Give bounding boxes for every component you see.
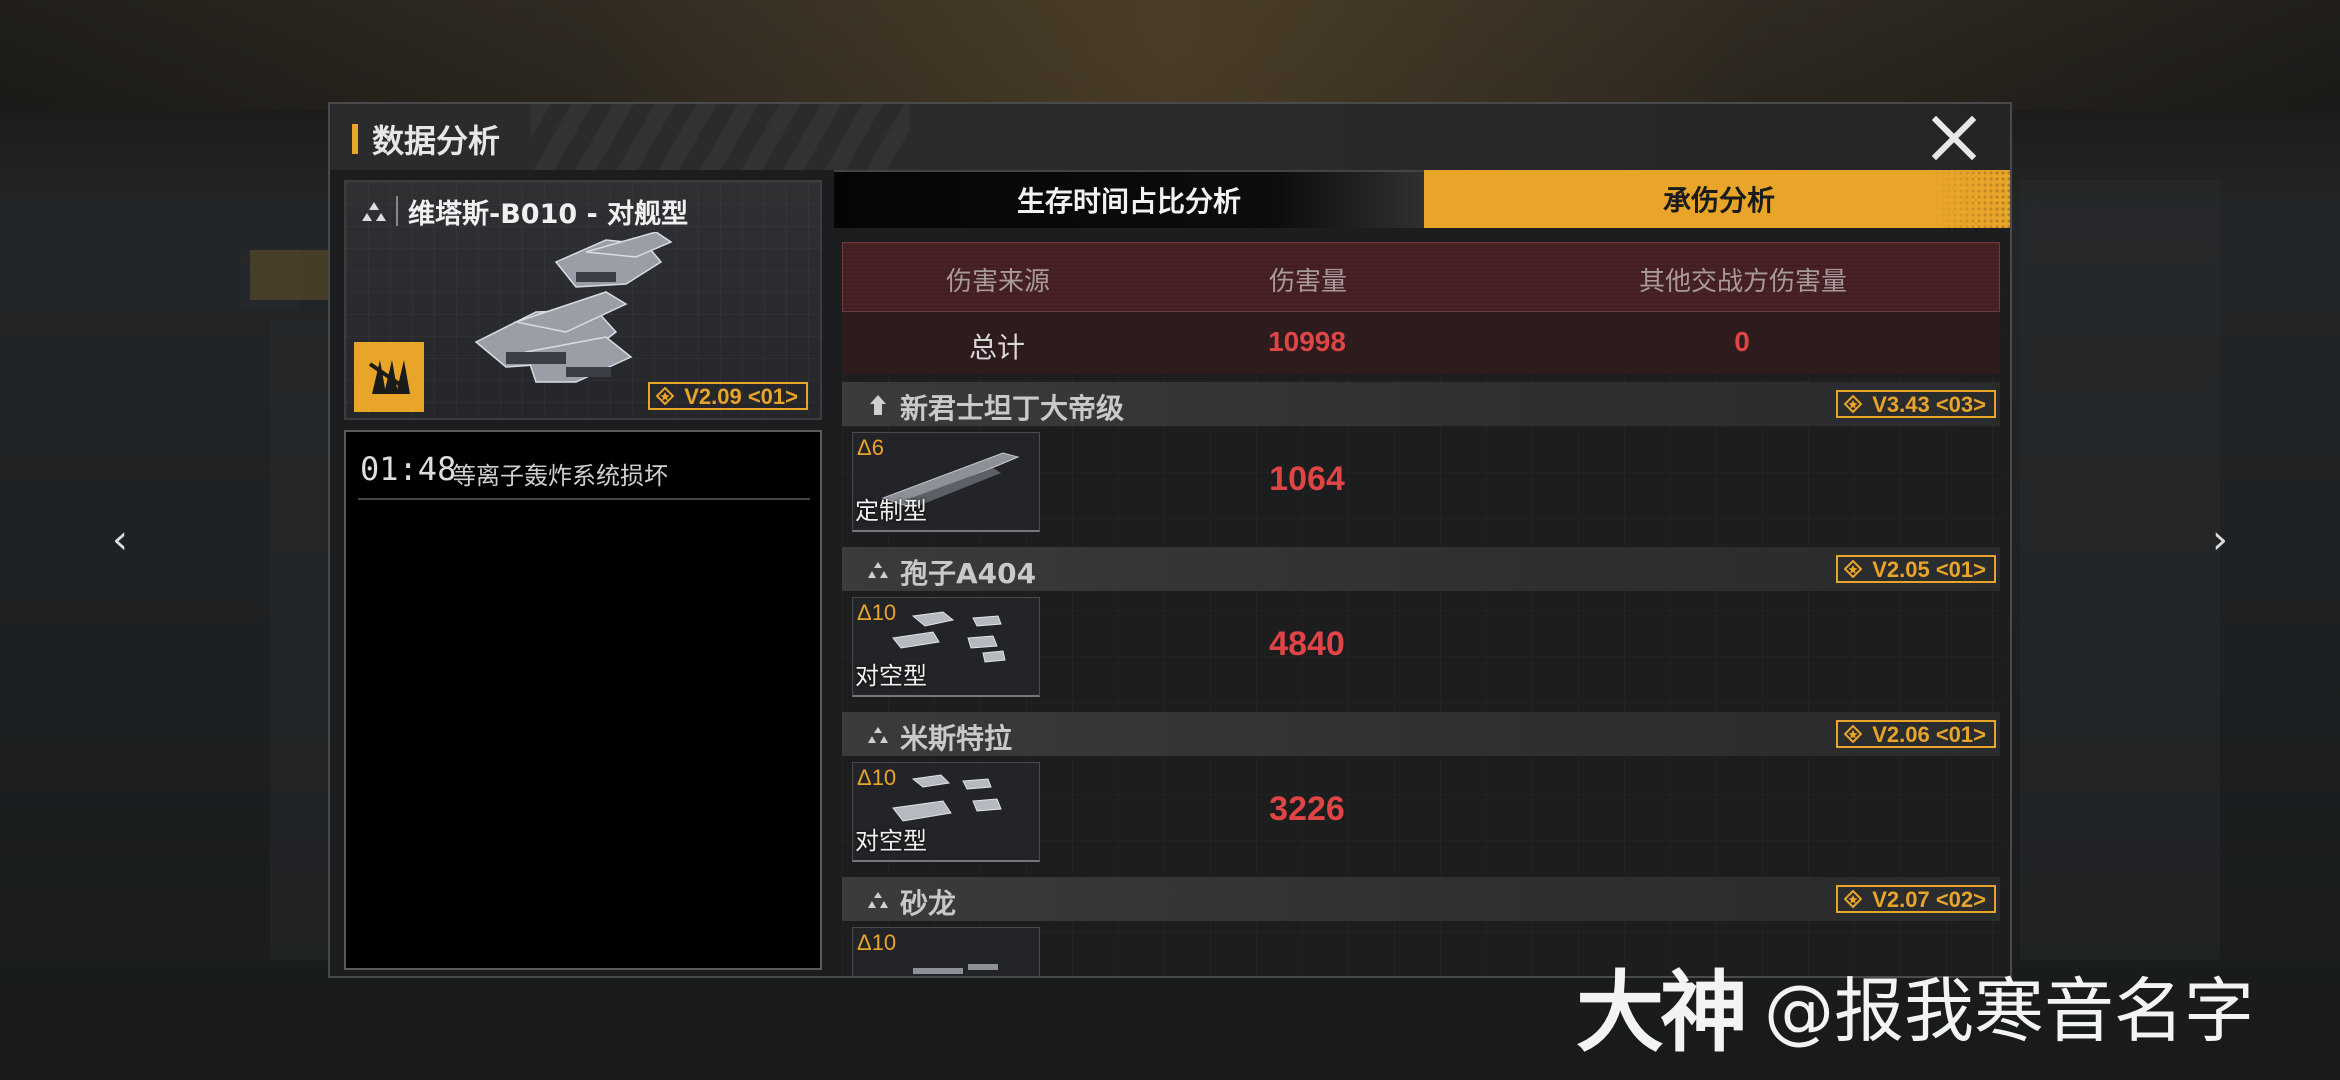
ship-card: 维塔斯-B010 - 对舰型 V2.09 <01> — [344, 180, 822, 420]
unit-damage: 1064 — [1269, 460, 1345, 498]
version-diamond-icon — [656, 387, 675, 405]
source-unit-row: Δ10 对空型 3226 — [842, 756, 2000, 874]
close-icon — [1931, 115, 1977, 161]
source-group-header: 新君士坦丁大帝级 V3.43 <03> — [842, 382, 2000, 426]
watermark: 大神 @报我寒音名字 — [1576, 950, 2255, 1064]
title-accent-bar — [352, 124, 358, 154]
source-unit-row: Δ6 定制型 1064 — [842, 426, 2000, 544]
data-analysis-dialog: 数据分析 维塔斯-B010 - 对舰型 V2.09 <01> 01:48 等离子… — [328, 102, 2012, 978]
source-group-header: 孢子A404 V2.05 <01> — [842, 547, 2000, 591]
source-version-tag: V2.07 <02> — [1836, 885, 1996, 913]
total-damage: 10998 — [1268, 326, 1346, 357]
tab-damage-taken[interactable]: 承伤分析 — [1424, 170, 2010, 228]
ship-version-text: V2.09 <01> — [684, 384, 798, 409]
table-header: 伤害来源 伤害量 其他交战方伤害量 — [842, 242, 2000, 312]
ship-image — [474, 232, 673, 383]
background-top-bar — [0, 0, 2340, 110]
prev-arrow-button[interactable]: ‹ — [90, 510, 150, 570]
unit-rank: Δ10 — [857, 765, 897, 790]
dialog-header: 数据分析 — [330, 104, 2010, 170]
source-version-text: V2.06 <01> — [1872, 722, 1986, 747]
version-diamond-icon — [1844, 560, 1863, 578]
source-version-tag: V3.43 <03> — [1836, 390, 1996, 418]
dialog-title: 数据分析 — [372, 122, 501, 160]
source-version-tag: V2.05 <01> — [1836, 555, 1996, 583]
background-block — [2020, 180, 2220, 960]
watermark-logo: 大神 — [1576, 960, 1748, 1064]
source-version-text: V2.07 <02> — [1872, 887, 1986, 912]
log-entry: 01:48 等离子轰炸系统损坏 — [358, 442, 810, 500]
ship-name: 维塔斯-B010 - 对舰型 — [408, 199, 689, 230]
ship-class-icon — [362, 202, 386, 221]
event-log-panel: 01:48 等离子轰炸系统损坏 — [344, 430, 822, 970]
unit-type: 对空型 — [855, 662, 927, 690]
source-group-header: 砂龙 V2.07 <02> — [842, 877, 2000, 921]
source-name: 米斯特拉 — [900, 722, 1013, 755]
damage-table[interactable]: 伤害来源 伤害量 其他交战方伤害量 总计 10998 0 新君士坦丁大帝级 V3… — [842, 242, 2002, 976]
source-version-tag: V2.06 <01> — [1836, 720, 1996, 748]
source-name: 砂龙 — [900, 887, 957, 920]
source-name: 孢子A404 — [900, 557, 1037, 590]
unit-thumbnail[interactable]: Δ10 对空型 — [852, 762, 1040, 862]
version-diamond-icon — [1844, 890, 1863, 908]
next-arrow-button[interactable]: › — [2190, 510, 2250, 570]
total-label: 总计 — [968, 331, 1025, 364]
log-text: 等离子轰炸系统损坏 — [452, 462, 668, 490]
unit-rank: Δ6 — [857, 435, 884, 460]
unit-rank: Δ10 — [857, 600, 897, 625]
unit-rank: Δ10 — [857, 930, 897, 955]
source-version-text: V3.43 <03> — [1872, 392, 1986, 417]
tab-survival-time[interactable]: 生存时间占比分析 — [834, 170, 1424, 228]
tab-decoration — [1934, 170, 2010, 228]
analysis-tabs: 生存时间占比分析 承伤分析 — [834, 170, 2010, 232]
watermark-handle: @报我寒音名字 — [1764, 969, 2255, 1052]
ship-class-icon — [868, 562, 888, 578]
source-unit-row: Δ10 对空型 4840 — [842, 591, 2000, 709]
source-name: 新君士坦丁大帝级 — [900, 392, 1125, 425]
close-button[interactable] — [1926, 110, 1982, 166]
unit-damage: 3226 — [1269, 790, 1345, 828]
unit-thumbnail[interactable]: Δ10 — [852, 927, 1040, 976]
total-other-damage: 0 — [1734, 326, 1750, 357]
ship-version-tag: V2.09 <01> — [648, 382, 808, 410]
source-group-header: 米斯特拉 V2.06 <01> — [842, 712, 2000, 756]
background-block — [270, 320, 330, 960]
header-decoration — [530, 104, 910, 170]
unit-type: 定制型 — [855, 497, 927, 525]
version-diamond-icon — [1844, 725, 1863, 743]
carrier-class-icon — [870, 395, 886, 415]
unit-type: 对空型 — [855, 827, 927, 855]
header-damage-amount: 伤害量 — [1268, 267, 1347, 297]
faction-badge[interactable] — [354, 342, 424, 412]
header-damage-source: 伤害来源 — [945, 267, 1050, 297]
total-row: 总计 10998 0 — [842, 312, 2000, 374]
unit-thumbnail[interactable]: Δ10 对空型 — [852, 597, 1040, 697]
header-other-damage: 其他交战方伤害量 — [1638, 267, 1847, 297]
log-time: 01:48 — [360, 450, 457, 488]
background-block — [250, 250, 330, 300]
source-version-text: V2.05 <01> — [1872, 557, 1986, 582]
ship-name-divider — [396, 196, 398, 226]
version-diamond-icon — [1844, 395, 1863, 413]
tab-damage-taken-label: 承伤分析 — [1662, 184, 1775, 217]
ship-class-icon — [868, 727, 888, 743]
unit-damage: 4840 — [1269, 625, 1345, 663]
faction-icon — [368, 360, 410, 394]
unit-thumbnail[interactable]: Δ6 定制型 — [852, 432, 1040, 532]
ship-class-icon — [868, 892, 888, 908]
